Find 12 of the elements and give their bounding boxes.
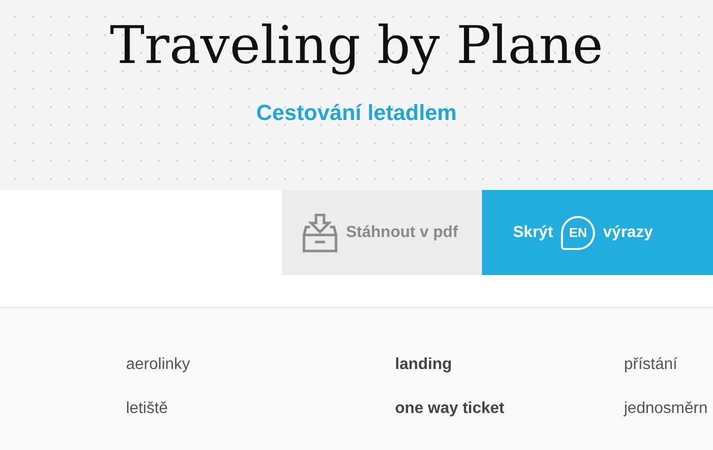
czech-term: letiště	[126, 400, 169, 419]
inbox-download-icon	[302, 212, 338, 252]
hide-terms-button[interactable]: Skrýt EN výrazy	[482, 190, 713, 275]
czech-translation: jednosměrn	[624, 400, 709, 419]
page-subtitle: Cestování letadlem	[256, 100, 457, 126]
page-title: Traveling by Plane	[110, 15, 604, 78]
download-pdf-button[interactable]: Stáhnout v pdf	[282, 190, 482, 275]
czech-term: aerolinky	[126, 356, 192, 375]
english-term: landing	[395, 356, 453, 375]
english-term: one way ticket	[395, 400, 506, 419]
speech-bubble-badge: EN	[561, 216, 596, 250]
czech-translation: přístání	[624, 356, 678, 375]
